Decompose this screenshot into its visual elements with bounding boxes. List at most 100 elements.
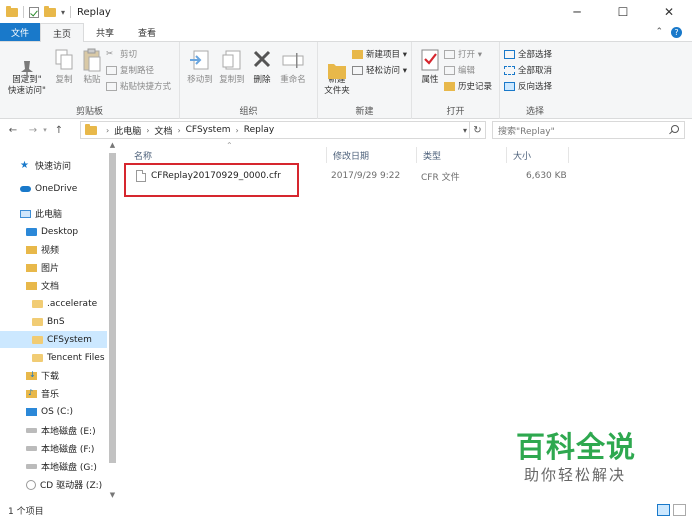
invert-selection-button[interactable]: 反向选择: [504, 79, 552, 93]
nav-item-drive-z[interactable]: CD 驱动器 (Z:): [26, 476, 102, 493]
nav-item-pictures[interactable]: 图片: [26, 259, 59, 276]
close-button[interactable]: ✕: [646, 0, 692, 24]
forward-button[interactable]: →: [26, 125, 40, 136]
nav-item-music[interactable]: 音乐: [26, 385, 59, 402]
scroll-thumb[interactable]: [109, 153, 116, 463]
divider: [23, 6, 24, 18]
copy-path-label: 复制路径: [120, 66, 155, 76]
nav-item-accelerate[interactable]: .accelerate: [32, 295, 97, 312]
nav-item-cfsystem[interactable]: CFSystem: [0, 331, 107, 348]
column-header-modified[interactable]: 修改日期: [327, 147, 417, 163]
help-icon[interactable]: ?: [671, 26, 682, 38]
copy-icon: [52, 47, 76, 73]
nav-item-label: .accelerate: [47, 298, 98, 309]
nav-item-drive-g[interactable]: 本地磁盘 (G:): [26, 458, 97, 475]
nav-item-label: 本地磁盘 (G:): [41, 463, 97, 473]
nav-item-bns[interactable]: BnS: [32, 313, 65, 330]
search-input[interactable]: 搜索"Replay": [492, 121, 685, 139]
open-button[interactable]: 打开 ▾: [444, 47, 492, 61]
new-item-button[interactable]: 新建项目 ▾: [352, 47, 407, 61]
history-button[interactable]: 历史记录: [444, 79, 492, 93]
copy-to-icon: [220, 47, 244, 73]
paste-shortcut-button[interactable]: 粘贴快捷方式: [106, 79, 171, 93]
breadcrumb-replay[interactable]: Replay: [244, 125, 274, 135]
address-bar[interactable]: › 此电脑 › 文档 › CFSystem › Replay ▾ ↻: [80, 121, 486, 139]
nav-scrollbar[interactable]: ▲ ▼: [107, 141, 118, 501]
copy-path-button[interactable]: 复制路径: [106, 63, 171, 77]
properties-icon[interactable]: [29, 6, 39, 18]
invert-selection-icon: [504, 81, 515, 91]
search-icon: [671, 125, 679, 133]
back-button[interactable]: ←: [6, 125, 20, 136]
nav-item-label: 本地磁盘 (F:): [41, 445, 95, 455]
chevron-right-icon[interactable]: ›: [236, 126, 239, 135]
open-group-label: 打开: [446, 107, 465, 117]
nav-item-onedrive[interactable]: OneDrive: [20, 180, 77, 197]
cut-button[interactable]: ✂ 剪切: [106, 47, 171, 61]
select-none-icon: [504, 65, 515, 75]
folder-icon: [85, 123, 97, 135]
tab-file[interactable]: 文件: [0, 23, 40, 41]
nav-item-tencent-files[interactable]: Tencent Files: [32, 349, 105, 366]
easy-access-icon: [352, 65, 364, 75]
nav-item-label: 音乐: [41, 390, 60, 400]
new-folder-icon: [325, 47, 349, 79]
tab-share[interactable]: 共享: [84, 23, 126, 41]
recent-locations-icon[interactable]: ▾: [40, 126, 50, 134]
edit-button[interactable]: 编辑: [444, 63, 492, 77]
copy-to-label: 复制到: [219, 75, 245, 85]
nav-item-drive-f[interactable]: 本地磁盘 (F:): [26, 440, 94, 457]
tab-view[interactable]: 查看: [126, 23, 168, 41]
folder-icon: [32, 317, 43, 326]
column-header-size[interactable]: 大小: [507, 147, 569, 163]
minimize-button[interactable]: ─: [554, 0, 600, 24]
computer-icon: [20, 209, 31, 218]
customize-quick-access-icon[interactable]: ▾: [61, 8, 65, 17]
chevron-right-icon[interactable]: ›: [146, 126, 149, 135]
delete-label: 删除: [253, 75, 271, 85]
nav-item-label: 图片: [41, 264, 60, 274]
scroll-up-icon[interactable]: ▲: [107, 141, 118, 149]
easy-access-button[interactable]: 轻松访问 ▾: [352, 63, 407, 77]
column-header-name[interactable]: 名称: [128, 147, 327, 163]
address-history-dropdown-icon[interactable]: ▾: [463, 126, 467, 135]
details-view-icon[interactable]: [657, 504, 670, 516]
clipboard-group-label: 剪贴板: [75, 107, 103, 117]
nav-item-videos[interactable]: 视频: [26, 241, 59, 258]
ribbon: 固定到" 快速访问" 复制 粘贴 ✂剪切 复制路径 粘贴快捷方式 剪贴板 移动到: [0, 42, 692, 119]
nav-item-this-pc[interactable]: 此电脑: [20, 205, 62, 222]
select-group: 全部选择 全部取消 反向选择 选择: [500, 42, 570, 119]
nav-item-desktop[interactable]: Desktop: [26, 223, 78, 240]
nav-item-documents[interactable]: 文档: [26, 277, 59, 294]
collapse-ribbon-icon[interactable]: ⌃: [655, 27, 663, 37]
window-title: Replay: [77, 6, 111, 18]
breadcrumb-documents[interactable]: 文档: [154, 124, 172, 137]
video-folder-icon: [26, 245, 37, 254]
nav-item-drive-c[interactable]: OS (C:): [26, 403, 73, 420]
hard-drive-icon: [26, 446, 37, 451]
select-none-button[interactable]: 全部取消: [504, 63, 552, 77]
nav-item-downloads[interactable]: 下载: [26, 367, 59, 384]
navigation-bar: ← → ▾ ↑ › 此电脑 › 文档 › CFSystem › Replay ▾…: [0, 119, 692, 141]
navigation-pane: ★ 快速访问 OneDrive 此电脑 Desktop 视频 图片 文档 .acc…: [0, 141, 118, 501]
maximize-button[interactable]: ☐: [600, 0, 646, 24]
large-icons-view-icon[interactable]: [673, 504, 686, 516]
chevron-right-icon[interactable]: ›: [177, 126, 180, 135]
item-count: 1 个项目: [8, 506, 44, 517]
breadcrumb-this-pc[interactable]: 此电脑: [114, 124, 141, 137]
history-icon: [444, 81, 455, 91]
breadcrumb-cfsystem[interactable]: CFSystem: [186, 125, 231, 135]
refresh-icon[interactable]: ↻: [469, 121, 485, 139]
column-header-type[interactable]: 类型: [417, 147, 507, 163]
nav-item-label: 快速访问: [35, 162, 72, 172]
windows-drive-icon: [26, 407, 37, 416]
new-folder-icon[interactable]: [44, 5, 56, 17]
chevron-right-icon[interactable]: ›: [106, 126, 109, 135]
nav-item-quick-access[interactable]: ★ 快速访问: [20, 157, 71, 174]
edit-icon: [444, 65, 455, 75]
scroll-down-icon[interactable]: ▼: [107, 491, 118, 499]
tab-home[interactable]: 主页: [40, 23, 85, 42]
nav-item-drive-e[interactable]: 本地磁盘 (E:): [26, 422, 96, 439]
select-all-button[interactable]: 全部选择: [504, 47, 552, 61]
up-button[interactable]: ↑: [52, 125, 66, 136]
